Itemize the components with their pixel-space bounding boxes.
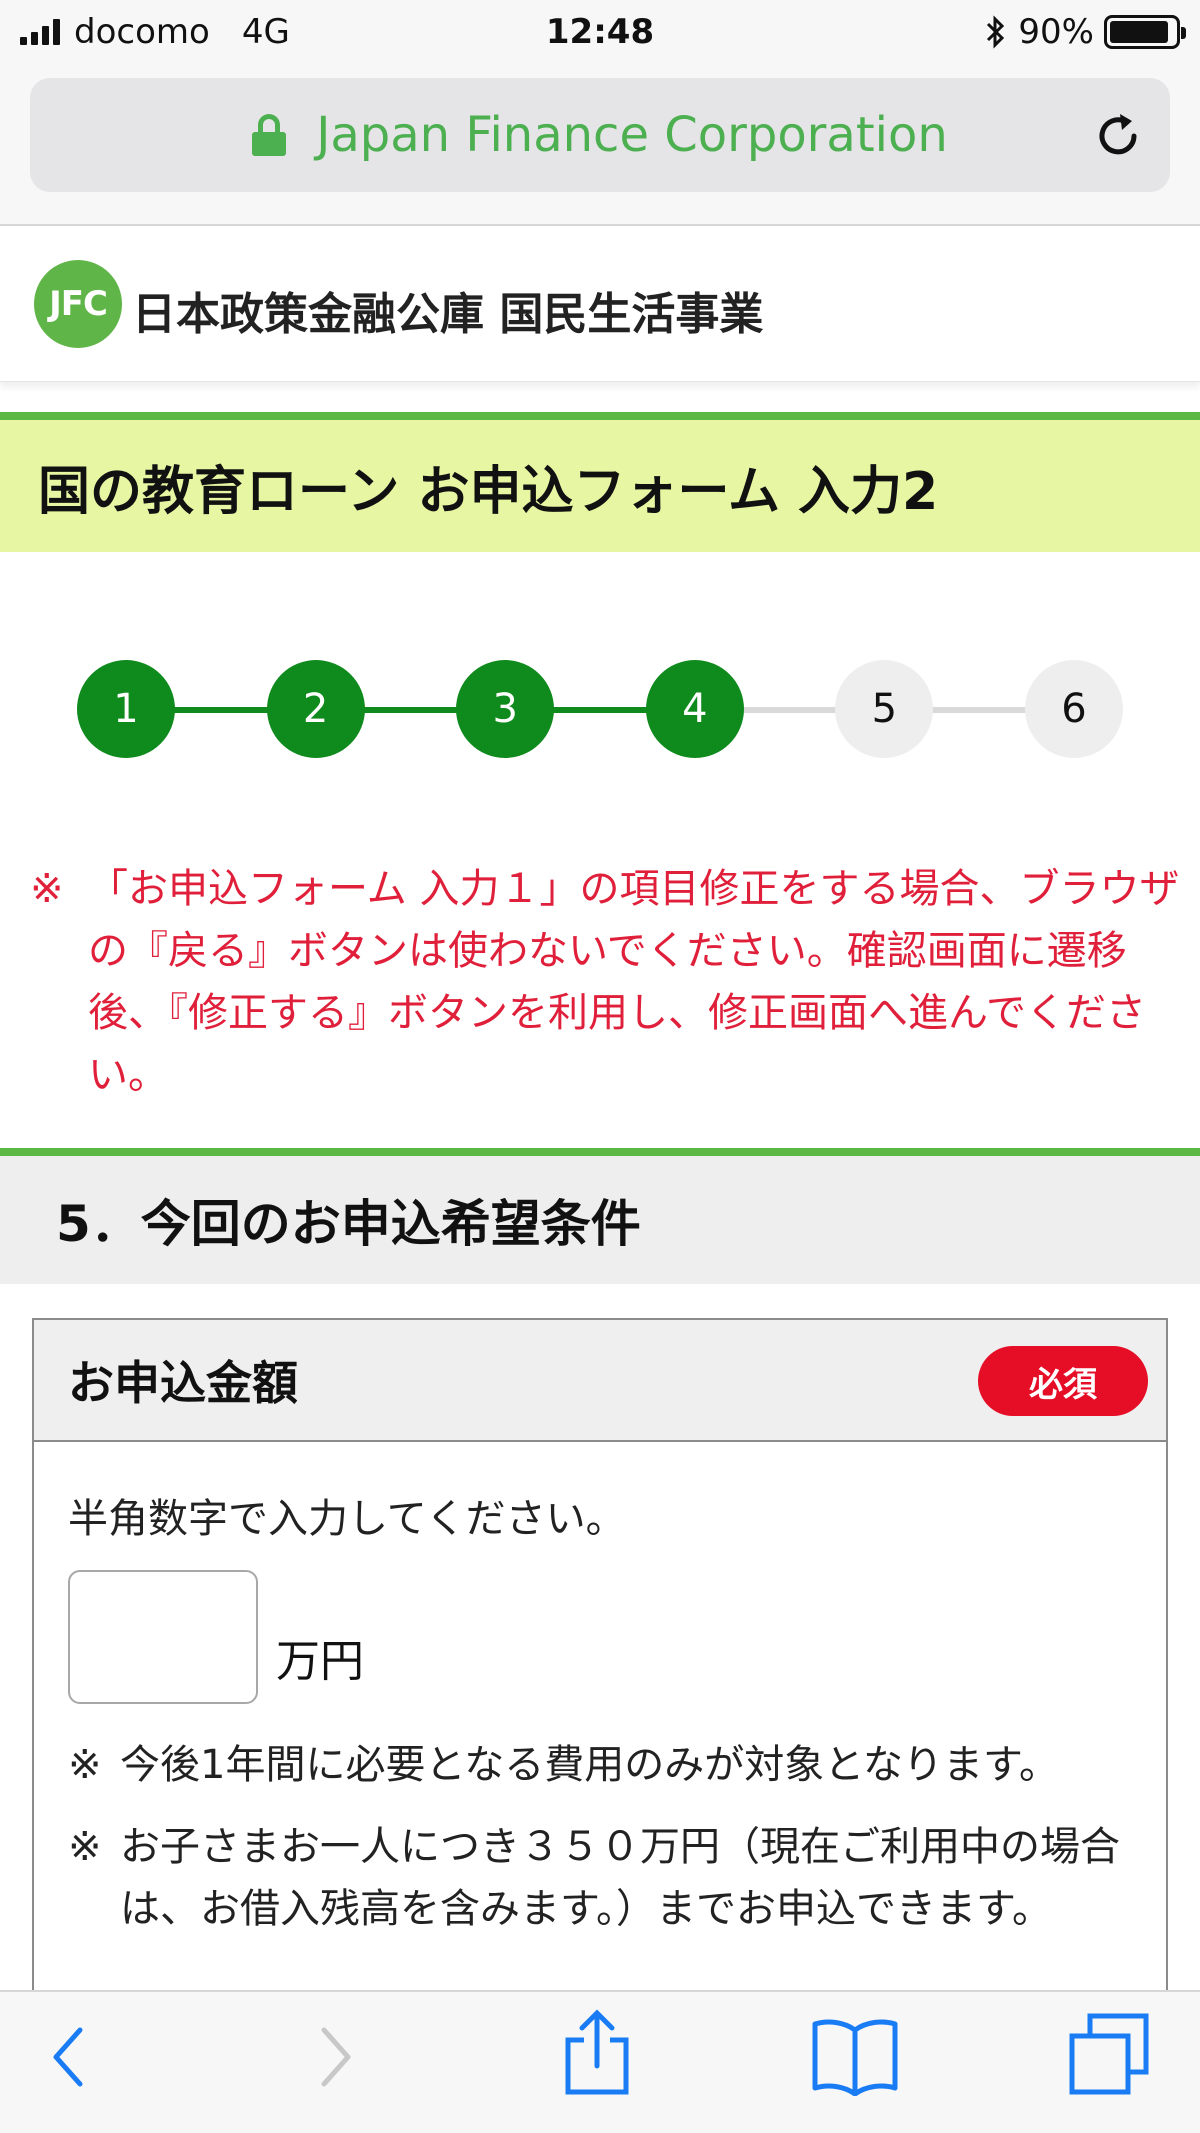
back-arrow-icon[interactable] (48, 2022, 88, 2092)
jfc-logo[interactable]: JFC (34, 260, 122, 348)
correction-notice: ※ 「お申込フォーム 入力１」の項目修正をする場合、ブラウザの『戻る』ボタンは使… (30, 858, 1180, 1106)
section-heading: 5．今回のお申込希望条件 (0, 1148, 1200, 1284)
required-badge: 必須 (978, 1346, 1148, 1416)
bluetooth-icon (987, 15, 1005, 49)
browser-address-area: Japan Finance Corporation (0, 66, 1200, 226)
field-hint: 半角数字で入力してください。 (68, 1496, 626, 1542)
step-6: 6 (1025, 660, 1123, 758)
note-text: お子さまお一人につき３５０万円（現在ご利用中の場合は、お借入残高を含みます。）ま… (120, 1824, 1120, 1932)
notice-mark: ※ (30, 866, 64, 912)
tabs-icon[interactable] (1068, 2012, 1150, 2096)
battery-icon (1104, 15, 1186, 49)
org-name: 日本政策金融公庫 国民生活事業 (132, 289, 764, 340)
step-1: 1 (77, 660, 175, 758)
notice-text: 「お申込フォーム 入力１」の項目修正をする場合、ブラウザの『戻る』ボタンは使わな… (88, 866, 1180, 1098)
lock-icon (252, 114, 287, 156)
note-mark: ※ (68, 1824, 102, 1870)
page-title: 国の教育ローン お申込フォーム 入力2 (0, 412, 1200, 552)
note-item: ※ お子さまお一人につき３５０万円（現在ご利用中の場合は、お借入残高を含みます。… (68, 1816, 1132, 1940)
status-right: 90% (984, 12, 1186, 52)
browser-toolbar (0, 1990, 1200, 2133)
amount-unit: 万円 (276, 1636, 364, 1687)
address-bar[interactable]: Japan Finance Corporation (30, 78, 1170, 192)
amount-form-card: お申込金額 必須 半角数字で入力してください。 万円 ※ 今後1年間に必要となる… (32, 1318, 1168, 2018)
bookmarks-icon[interactable] (810, 2016, 900, 2096)
field-body: 半角数字で入力してください。 万円 ※ 今後1年間に必要となる費用のみが対象とな… (34, 1442, 1166, 1964)
note-text: 今後1年間に必要となる費用のみが対象となります。 (120, 1742, 1060, 1788)
note-item: ※ 今後1年間に必要となる費用のみが対象となります。 (68, 1734, 1132, 1796)
share-icon[interactable] (562, 2008, 632, 2098)
reload-icon[interactable] (1090, 108, 1146, 164)
field-label: お申込金額 (68, 1356, 298, 1410)
status-bar: docomo 4G 12:48 90% (0, 0, 1200, 66)
page: docomo 4G 12:48 90% Japan Finance Corpor… (0, 0, 1200, 2133)
note-mark: ※ (68, 1742, 102, 1788)
battery-fill (1110, 21, 1168, 43)
amount-input[interactable] (68, 1570, 258, 1704)
step-5: 5 (835, 660, 934, 758)
field-header: お申込金額 必須 (34, 1320, 1166, 1442)
forward-arrow-icon[interactable] (316, 2022, 356, 2092)
step-2: 2 (266, 660, 365, 758)
step-3: 3 (456, 660, 555, 758)
site-label: Japan Finance Corporation (316, 107, 948, 163)
site-header: JFC 日本政策金融公庫 国民生活事業 (0, 226, 1200, 382)
amount-row: 万円 (68, 1570, 1132, 1704)
progress-stepper: 123456 (0, 660, 1200, 760)
battery-percent: 90% (1018, 12, 1094, 52)
step-4: 4 (645, 660, 744, 758)
